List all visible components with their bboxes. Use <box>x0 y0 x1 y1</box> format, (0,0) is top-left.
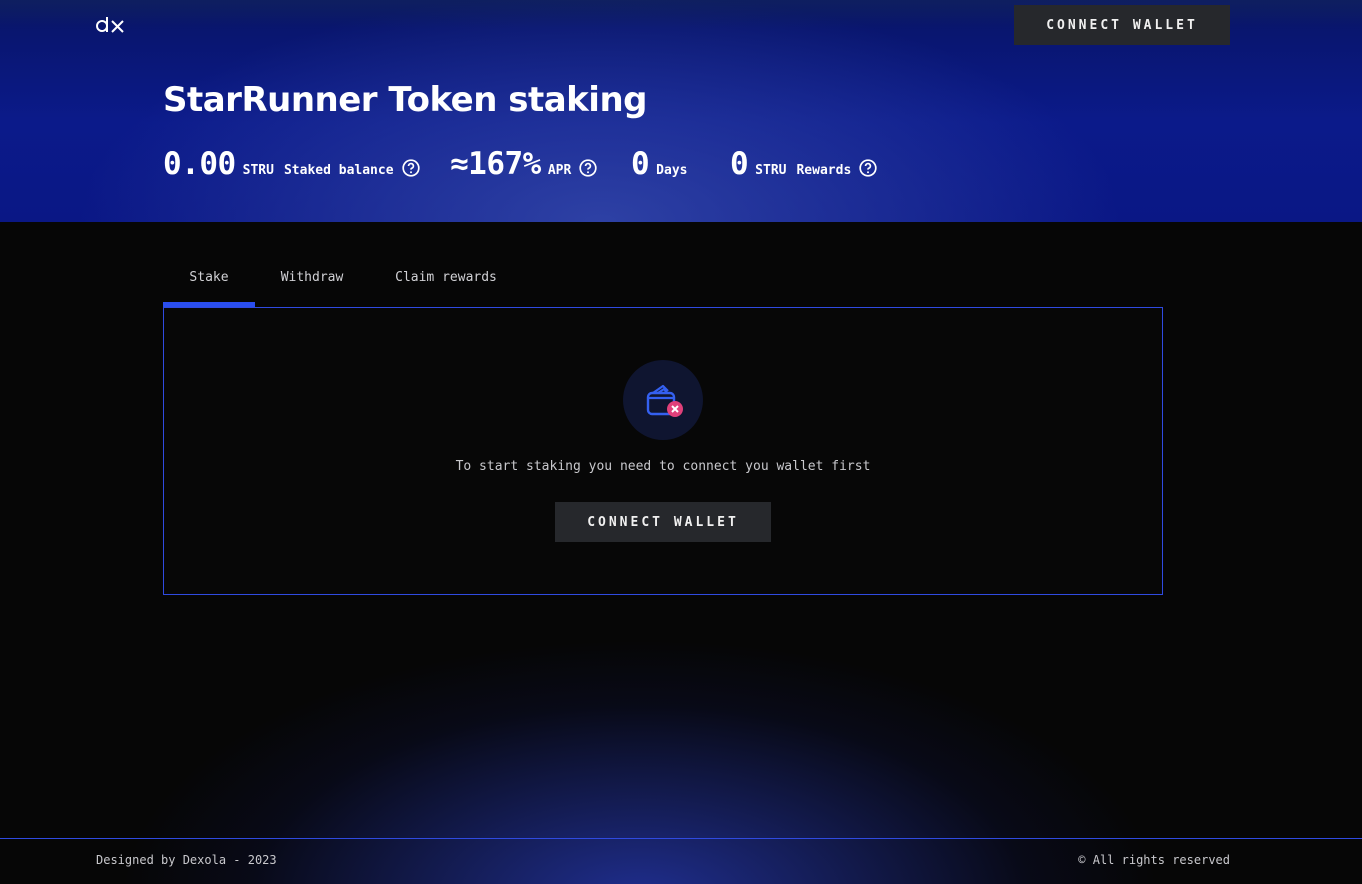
days-unit: Days <box>656 163 688 178</box>
stat-rewards: 0 STRU Rewards <box>730 146 877 182</box>
help-icon[interactable] <box>579 159 597 177</box>
stat-apr: ≈167% APR <box>450 146 597 182</box>
rewards-label: Rewards <box>796 163 852 178</box>
tab-bar: Stake Withdraw Claim rewards <box>163 262 1163 307</box>
stake-panel: To start staking you need to connect you… <box>163 307 1163 595</box>
staked-balance-unit: STRU <box>242 163 274 178</box>
hero-banner: CONNECT WALLET StarRunner Token staking … <box>0 0 1362 222</box>
header-connect-wallet-button[interactable]: CONNECT WALLET <box>1014 5 1230 45</box>
page-title: StarRunner Token staking <box>163 80 648 120</box>
apr-unit: APR <box>547 163 572 178</box>
footer-copyright: © All rights reserved <box>1078 853 1230 867</box>
help-icon[interactable] <box>401 159 420 177</box>
wallet-disconnected-icon <box>623 360 703 440</box>
tab-stake[interactable]: Stake <box>163 262 255 307</box>
apr-value: ≈167% <box>450 146 541 182</box>
staked-balance-value: 0.00 <box>163 146 236 182</box>
days-value: 0 <box>631 146 650 182</box>
connect-wallet-button[interactable]: CONNECT WALLET <box>555 502 771 542</box>
tab-claim-rewards[interactable]: Claim rewards <box>385 262 507 307</box>
footer-credits: Designed by Dexola - 2023 <box>96 853 277 867</box>
staked-balance-label: Staked balance <box>283 163 394 178</box>
stat-staked-balance: 0.00 STRU Staked balance <box>163 146 420 182</box>
tab-withdraw[interactable]: Withdraw <box>267 262 357 307</box>
connect-wallet-message: To start staking you need to connect you… <box>455 459 871 474</box>
stat-days: 0 Days <box>631 146 687 182</box>
dexola-logo[interactable] <box>96 14 126 36</box>
help-icon[interactable] <box>859 159 877 177</box>
rewards-value: 0 <box>730 146 749 182</box>
footer: Designed by Dexola - 2023 © All rights r… <box>0 838 1362 884</box>
rewards-unit: STRU <box>755 163 787 178</box>
